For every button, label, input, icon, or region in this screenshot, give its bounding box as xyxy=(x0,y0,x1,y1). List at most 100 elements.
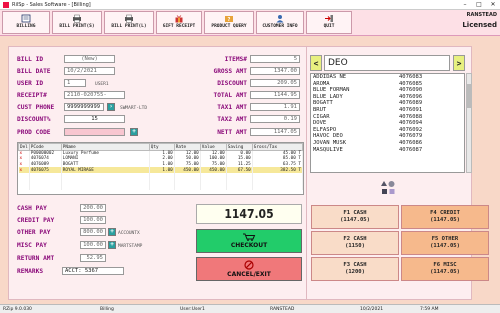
product-code: 4076094 xyxy=(399,120,423,127)
shapes-icon xyxy=(381,181,395,194)
bill-date-field[interactable]: 10/2/2021 xyxy=(64,67,115,75)
billing-button[interactable]: BILLING xyxy=(2,11,50,34)
remarks-field[interactable]: ACCT: 5367 xyxy=(62,267,124,275)
svg-text:?: ? xyxy=(228,17,231,23)
product-code: 4076086 xyxy=(399,139,423,146)
customer-info-button[interactable]: CUSTOMER INFO xyxy=(256,11,304,34)
product-code: 4076089 xyxy=(399,100,423,107)
cancel-exit-button[interactable]: CANCEL/EXIT xyxy=(196,257,302,281)
product-code: 4076088 xyxy=(399,113,423,120)
bill-date-label: BILL DATE xyxy=(17,68,51,75)
product-name: DOVE xyxy=(313,120,327,127)
add-product-button[interactable]: + xyxy=(130,128,138,136)
discount-pct-label: DISCOUNT% xyxy=(17,116,51,123)
store-name: RANSTEAD xyxy=(466,12,497,18)
customer-icon xyxy=(276,15,284,23)
close-button[interactable]: ✕ xyxy=(486,0,500,10)
total-amt-field: 1144.95 xyxy=(250,91,300,99)
bill-print-l-button[interactable]: BILL PRINT(L) xyxy=(104,11,154,34)
product-list-scrollbar[interactable] xyxy=(466,73,472,173)
product-search-input[interactable]: DEO xyxy=(324,55,450,71)
product-name: CIGAR xyxy=(313,113,330,120)
maximize-button[interactable]: □ xyxy=(472,0,486,10)
fkey-button-f5-other[interactable]: F5 OTHER (1147.05) xyxy=(401,231,489,255)
fkey-label: F4 CREDIT xyxy=(430,210,460,216)
user-id-field[interactable]: 1 xyxy=(64,79,86,87)
product-name: JOVAN MUSK xyxy=(313,139,347,146)
discount-pct-field[interactable]: 15 xyxy=(64,115,125,123)
return-amt-label: RETURN AMT xyxy=(17,255,55,262)
prod-code-label: PROD CODE xyxy=(17,129,51,136)
list-item[interactable]: BRUT 4076091 xyxy=(311,107,464,114)
cart-icon xyxy=(243,233,256,241)
tax1-amt-label: TAX1 AMT xyxy=(217,104,247,111)
items-field: 5 xyxy=(250,55,300,63)
bill-id-field[interactable]: (New) xyxy=(64,55,115,63)
product-name: BLUE FORMAN xyxy=(313,87,350,94)
list-item[interactable]: ELFASPO 4076092 xyxy=(311,127,464,134)
col-qty: Qty xyxy=(148,143,175,151)
list-item[interactable]: BLUE FORMAN 4076090 xyxy=(311,87,464,94)
receipt-field[interactable]: 2110-020755- xyxy=(64,91,125,99)
product-name: MASQULIVE xyxy=(313,146,343,153)
misc-pay-field[interactable]: 100.00 xyxy=(80,241,106,249)
empty-row xyxy=(18,184,303,190)
cancel-exit-label: CANCEL/EXIT xyxy=(227,271,271,278)
fkey-button-f2-cash[interactable]: F2 CASH (1150) xyxy=(311,231,399,255)
product-name: ADDIDAS NE xyxy=(313,74,347,80)
window-title: RilSp - Sales Software - [Billing] xyxy=(12,1,91,8)
product-list[interactable]: ADDIDAS NE 4076083 AROMA 4076085 BLUE FORMAN… xyxy=(310,73,465,173)
list-item[interactable]: BOGATT 4076089 xyxy=(311,100,464,107)
list-item[interactable]: DOVE 4076094 xyxy=(311,120,464,127)
brand-block: RANSTEAD Licensed xyxy=(462,12,497,29)
quit-button[interactable]: QUIT xyxy=(306,11,352,34)
cash-pay-field[interactable]: 200.00 xyxy=(80,204,106,212)
total-amt-label: TOTAL AMT xyxy=(213,92,247,99)
cust-phone-field[interactable]: 9999999999 xyxy=(64,103,104,111)
search-next-button[interactable]: > xyxy=(453,55,465,71)
scrollbar-thumb[interactable] xyxy=(467,84,471,108)
other-pay-account: ACCOUNTX xyxy=(118,231,140,236)
checkout-button[interactable]: CHECKOUT xyxy=(196,229,302,253)
bill-items-grid: Del PCode PName Qty Rate Value Saving Gr… xyxy=(17,142,304,195)
fkey-button-f4-credit[interactable]: F4 CREDIT (1147.05) xyxy=(401,205,489,229)
fkey-button-f1-cash[interactable]: F1 CASH (1147.05) xyxy=(311,205,399,229)
product-query-button[interactable]: ? PRODUCT QUERY xyxy=(204,11,254,34)
list-item[interactable]: ADDIDAS NE 4076083 xyxy=(311,74,464,81)
bill-print-s-button[interactable]: BILL PRINT(S) xyxy=(52,11,102,34)
status-date: 10/2/2021 xyxy=(360,307,384,312)
checkout-label: CHECKOUT xyxy=(230,242,268,249)
other-pay-add-button[interactable]: + xyxy=(108,228,116,236)
fkey-label: F5 OTHER xyxy=(431,236,459,242)
credit-pay-field[interactable]: 100.00 xyxy=(80,216,106,224)
list-item[interactable]: AROMA 4076085 xyxy=(311,81,464,88)
prod-code-field[interactable] xyxy=(64,128,125,136)
fkey-button-f6-misc[interactable]: F6 MISC (1147.05) xyxy=(401,257,489,281)
fkey-label: F6 MISC xyxy=(433,262,457,268)
gift-receipt-button[interactable]: GIFT RECEIPT xyxy=(156,11,202,34)
list-item[interactable]: BLUE LADY 4076096 xyxy=(311,94,464,101)
status-module: Billing xyxy=(100,307,114,312)
user-name: USER1 xyxy=(95,82,109,87)
cust-phone-label: CUST PHONE xyxy=(17,104,55,111)
search-prev-button[interactable]: < xyxy=(310,55,322,71)
return-amt-field: 52.95 xyxy=(80,254,106,262)
discount-label: DISCOUNT xyxy=(217,80,247,87)
list-item[interactable]: JOVAN MUSK 4076086 xyxy=(311,140,464,147)
other-pay-field[interactable]: 800.00 xyxy=(80,228,106,236)
credit-pay-label: CREDIT PAY xyxy=(17,217,55,224)
minimize-button[interactable]: – xyxy=(458,0,472,10)
fkey-button-f3-cash[interactable]: F3 CASH (1200) xyxy=(311,257,399,281)
customer-lookup-button[interactable]: › xyxy=(107,103,115,111)
billing-icon xyxy=(21,14,31,23)
list-item[interactable]: HAVOC DEO 4076079 xyxy=(311,133,464,140)
cash-pay-label: CASH PAY xyxy=(17,205,47,212)
gift-icon xyxy=(175,15,183,23)
list-item[interactable]: CIGAR 4076088 xyxy=(311,114,464,121)
status-bar: RZip 9.0.030 Billing User:User1 RANSTEAD… xyxy=(0,304,500,313)
grand-total-display: 1147.05 xyxy=(196,204,302,224)
product-name: BRUT xyxy=(313,106,327,113)
bill-id-label: BILL ID xyxy=(17,56,44,63)
misc-pay-add-button[interactable]: + xyxy=(108,241,116,249)
list-item[interactable]: MASQULIVE 4076087 xyxy=(311,147,464,154)
